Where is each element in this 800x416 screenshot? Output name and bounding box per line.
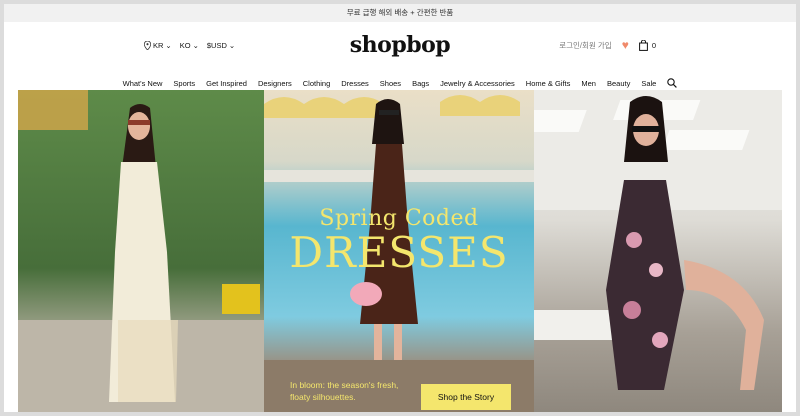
nav-item-sports[interactable]: Sports (173, 79, 195, 88)
account-tools: 로그인/회원 가입 ♥ 0 (559, 39, 656, 51)
nav-item-get-inspired[interactable]: Get Inspired (206, 79, 247, 88)
nav-item-shoes[interactable]: Shoes (380, 79, 401, 88)
shop-the-story-button[interactable]: Shop the Story (421, 384, 511, 410)
site-logo[interactable]: shopbop (4, 32, 796, 58)
nav-item-clothing[interactable]: Clothing (303, 79, 331, 88)
nav-item-sale[interactable]: Sale (641, 79, 656, 88)
nav-item-dresses[interactable]: Dresses (341, 79, 369, 88)
hero-photo-right (534, 90, 782, 412)
nav-item-home-gifts[interactable]: Home & Gifts (526, 79, 571, 88)
hero-photo-left (18, 90, 264, 412)
shopping-bag-icon (638, 39, 648, 51)
model-white-dress-photo (18, 90, 264, 412)
hero-caption: In bloom: the season's fresh, floaty sil… (290, 380, 399, 402)
shopping-bag-button[interactable]: 0 (638, 39, 656, 51)
model-floral-dress-photo (534, 90, 782, 390)
nav-item-jewelry-accessories[interactable]: Jewelry & Accessories (440, 79, 515, 88)
site-header: KR ⌄ KO ⌄ $USD ⌄ shopbop 로그인/회원 가입 ♥ 0 (4, 22, 796, 72)
heart-icon[interactable]: ♥ (622, 39, 629, 51)
nav-item-beauty[interactable]: Beauty (607, 79, 630, 88)
browser-viewport: 무료 급행 해외 배송 + 간편한 반품 KR ⌄ KO ⌄ $USD ⌄ sh… (4, 4, 796, 412)
promo-text: 무료 급행 해외 배송 + 간편한 반품 (346, 8, 454, 17)
hero-photo-center: Spring Coded DRESSES (264, 90, 534, 412)
login-link[interactable]: 로그인/회원 가입 (559, 40, 611, 51)
bag-count: 0 (651, 40, 656, 50)
nav-item-designers[interactable]: Designers (258, 79, 292, 88)
hero-headline-line2: DRESSES (289, 228, 509, 277)
nav-item-whats-new[interactable]: What's New (123, 79, 163, 88)
nav-item-bags[interactable]: Bags (412, 79, 429, 88)
search-icon[interactable] (667, 78, 678, 88)
promo-banner[interactable]: 무료 급행 해외 배송 + 간편한 반품 (4, 4, 796, 22)
hero-banner[interactable]: Spring Coded DRESSES In bloom: the seaso… (18, 90, 782, 412)
nav-item-men[interactable]: Men (581, 79, 596, 88)
